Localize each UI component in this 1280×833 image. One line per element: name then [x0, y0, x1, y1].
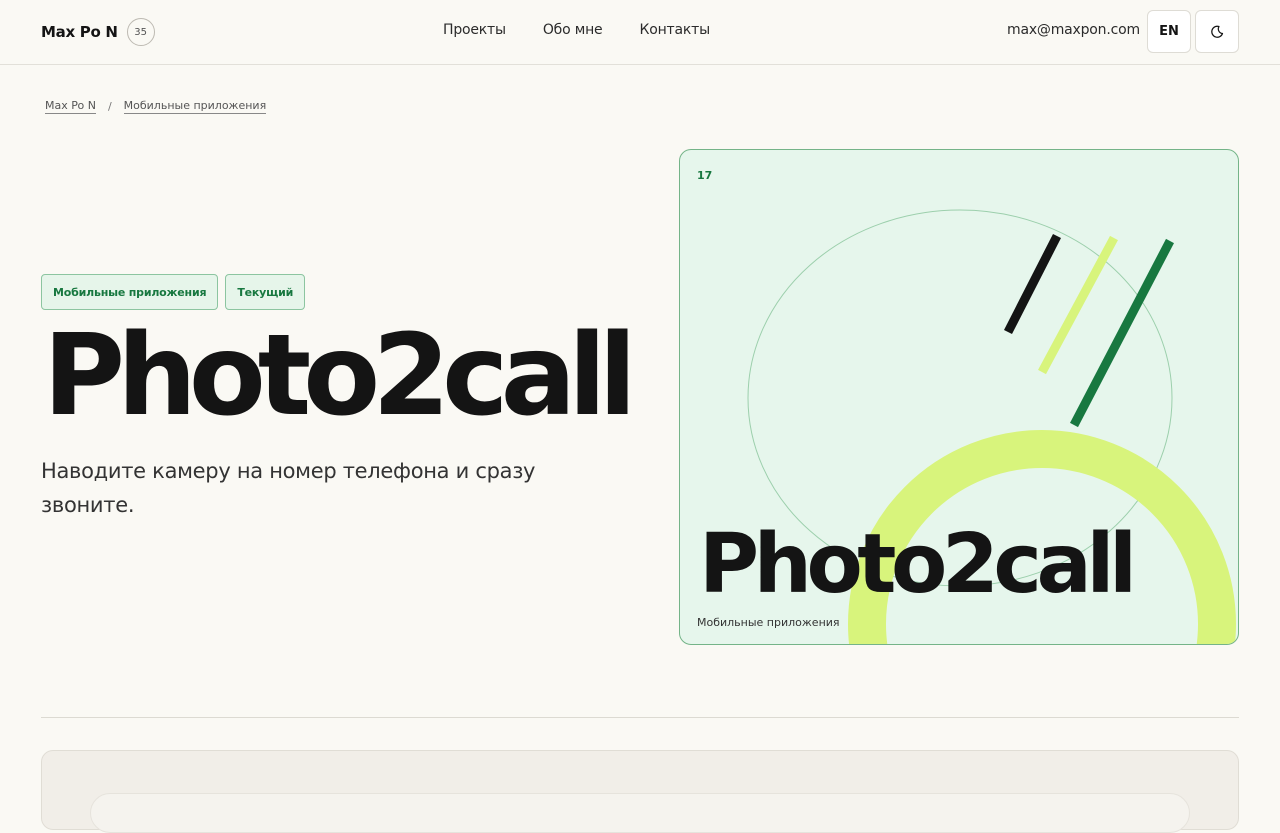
brand[interactable]: Max Po N 35 [41, 18, 155, 46]
section-divider [41, 717, 1239, 718]
card-number: 17 [697, 169, 713, 182]
project-tags: Мобильные приложения Текущий [41, 274, 312, 310]
breadcrumb-current[interactable]: Мобильные приложения [123, 99, 267, 114]
page-title: Photo2call [43, 311, 637, 441]
page-subtitle: Наводите камеру на номер телефона и сраз… [41, 459, 536, 517]
project-cover-card: 17 Photo2call Мобильные приложения [679, 149, 1239, 645]
cover-stripe-green [1070, 238, 1174, 428]
cover-stripe-black [1003, 233, 1062, 335]
theme-toggle-button[interactable] [1195, 10, 1239, 53]
nav-about[interactable]: Обо мне [543, 22, 603, 38]
main-nav: Проекты Обо мне Контакты [443, 22, 747, 38]
breadcrumb-separator: / [107, 100, 112, 113]
breadcrumb-home[interactable]: Max Po N [45, 99, 96, 114]
brand-badge: 35 [126, 18, 155, 46]
tag-category[interactable]: Мобильные приложения [41, 274, 219, 310]
moon-icon [1211, 25, 1224, 38]
site-header: Max Po N 35 Проекты Обо мне Контакты max… [0, 0, 1280, 65]
card-title: Photo2call [699, 517, 1137, 612]
cover-stripe-lime [1038, 235, 1118, 375]
card-category: Мобильные приложения [697, 616, 840, 629]
nav-contacts[interactable]: Контакты [639, 22, 710, 38]
language-button[interactable]: EN [1147, 10, 1191, 53]
breadcrumb: Max Po N / Мобильные приложения [45, 99, 267, 114]
nav-projects[interactable]: Проекты [443, 22, 506, 38]
content-panel-inner [90, 793, 1190, 833]
tag-status[interactable]: Текущий [225, 274, 306, 310]
email-link[interactable]: max@maxpon.com [1007, 22, 1140, 38]
brand-name[interactable]: Max Po N [41, 23, 118, 41]
